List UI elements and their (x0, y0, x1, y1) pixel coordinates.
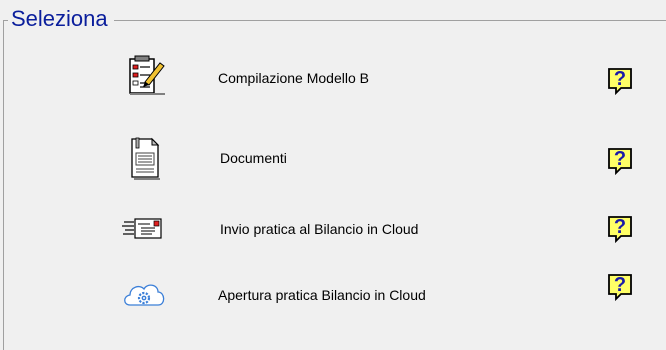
option-row-documenti[interactable]: Documenti (0, 133, 666, 183)
question-mark-icon: ? (608, 68, 632, 96)
help-mark: ? (614, 216, 626, 238)
document-icon (108, 133, 180, 183)
help-button-apertura[interactable]: ? (606, 272, 636, 302)
help-mark: ? (614, 274, 626, 296)
help-button-invio[interactable]: ? (606, 214, 636, 244)
option-row-apertura[interactable]: Apertura pratica Bilancio in Cloud (0, 270, 666, 320)
option-label-documenti[interactable]: Documenti (220, 149, 287, 167)
option-label-invio[interactable]: Invio pratica al Bilancio in Cloud (220, 220, 418, 238)
question-mark-icon: ? (608, 274, 632, 302)
help-button-compilazione[interactable]: ? (606, 66, 636, 96)
option-label-apertura[interactable]: Apertura pratica Bilancio in Cloud (218, 286, 426, 304)
option-row-compilazione[interactable]: Compilazione Modello B (0, 52, 666, 102)
question-mark-icon: ? (608, 148, 632, 176)
send-envelope-icon (108, 204, 180, 254)
option-label-compilazione[interactable]: Compilazione Modello B (218, 69, 369, 87)
checklist-edit-icon (108, 52, 180, 102)
help-mark: ? (614, 68, 626, 90)
help-mark: ? (614, 148, 626, 170)
help-button-documenti[interactable]: ? (606, 146, 636, 176)
groupbox-title: Seleziona (8, 6, 114, 32)
question-mark-icon: ? (608, 216, 632, 244)
cloud-gear-icon (108, 270, 180, 320)
option-row-invio[interactable]: Invio pratica al Bilancio in Cloud (0, 204, 666, 254)
